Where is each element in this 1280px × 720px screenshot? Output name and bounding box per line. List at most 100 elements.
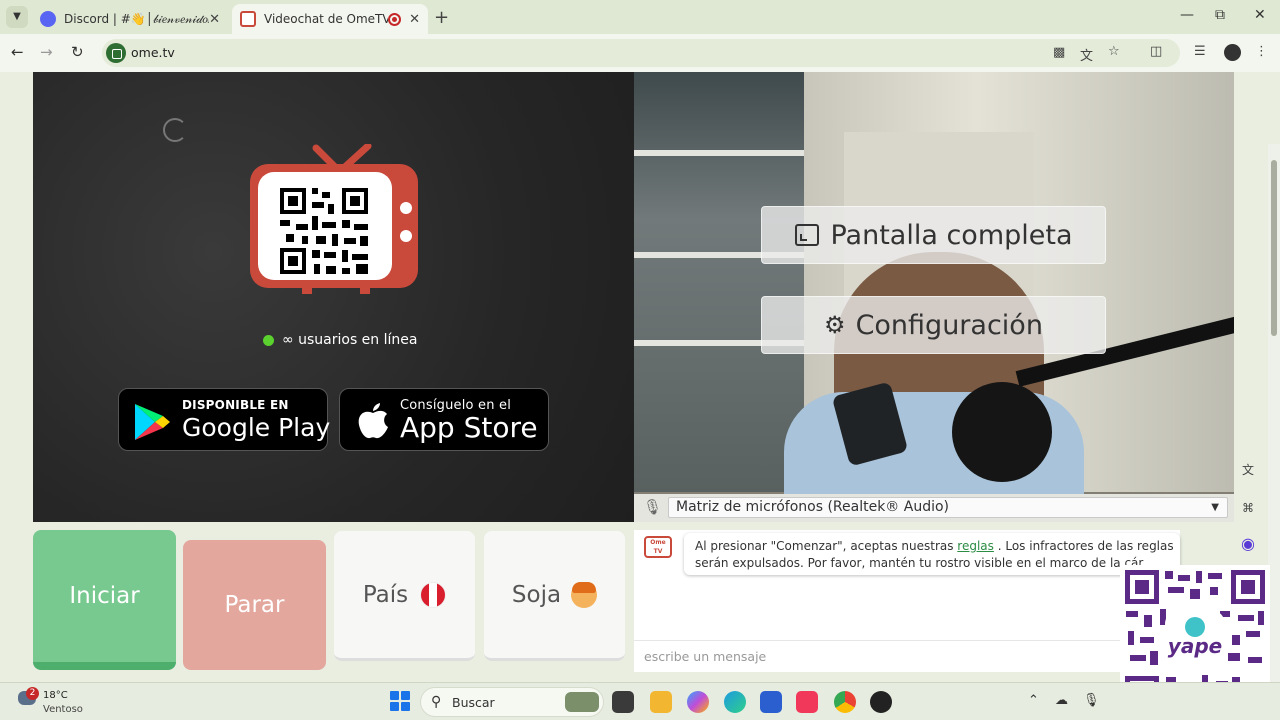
microphone-select-value: Matriz de micrófonos (Realtek® Audio) [676,499,950,515]
tab-ometv[interactable]: Videochat de OmeTV: una ✕ [232,4,428,34]
stop-button[interactable]: Parar [183,540,326,670]
chevron-down-icon: ▼ [1211,502,1219,513]
online-users-text: ∞ usuarios en línea [282,332,418,348]
svg-text:yape: yape [1168,634,1222,658]
app-store-big-text: App Store [400,411,538,444]
chat-message-input[interactable]: escribe un mensaje [634,640,1180,672]
rules-link[interactable]: reglas [957,539,994,553]
profile-avatar[interactable] [1224,44,1241,61]
translate-page-icon[interactable]: 文 [1236,458,1260,482]
message-text-part1: Al presionar "Comenzar", aceptas nuestra… [695,539,958,553]
site-info-icon[interactable] [106,43,126,63]
assistant-icon[interactable]: ◉ [1236,532,1260,556]
extensions-icon[interactable]: ◫ [1150,44,1162,59]
copilot-icon[interactable] [687,691,709,713]
ometv-chat-logo: Ome TV [644,536,672,558]
start-label: Iniciar [69,583,140,609]
new-tab-button[interactable]: + [434,7,449,28]
google-play-button[interactable]: DISPONIBLE EN Google Play [118,388,331,451]
minimize-button[interactable]: — [1180,7,1194,23]
scrollbar-thumb[interactable] [1271,160,1277,336]
forward-arrow-icon[interactable]: → [40,43,53,61]
apple-icon [358,403,388,439]
edge-browser-icon[interactable] [724,691,746,713]
discord-favicon-icon [40,11,56,27]
message-text-part2: . Los infractores de las reglas [993,539,1174,553]
search-highlight-image [565,692,599,712]
fullscreen-icon [795,224,820,246]
boy-emoji-icon [571,581,598,608]
online-users-indicator: ∞ usuarios en línea [263,332,417,348]
settings-label: Configuración [855,309,1043,341]
start-button[interactable]: Iniciar [33,530,176,670]
maximize-button[interactable]: ⧉ [1215,7,1225,23]
music-app-icon[interactable] [796,691,818,713]
reload-icon[interactable]: ↻ [71,43,84,61]
gender-label: Soja [511,581,562,608]
chat-panel: Ome TV Al presionar "Comenzar", aceptas … [634,530,1180,672]
back-arrow-icon[interactable]: ← [11,43,24,61]
ometv-favicon-icon [240,11,256,27]
translate-icon[interactable]: 文 [1080,45,1093,64]
file-explorer-icon[interactable] [650,691,672,713]
url-text: ome.tv [131,45,175,60]
microphone-bar: 🎙 Matriz de micrófonos (Realtek® Audio) … [634,494,1234,522]
apps-grid-icon[interactable]: ⌘ [1236,496,1260,520]
weather-description: Ventoso [43,704,83,715]
chat-input-placeholder: escribe un mensaje [644,649,767,664]
stop-label: Parar [224,592,285,618]
bookmark-star-icon[interactable]: ☆ [1108,44,1120,59]
message-text-line2: serán expulsados. Por favor, mantén tu r… [695,556,1144,570]
microphone-tray-icon[interactable]: 🎙 [1083,693,1100,708]
ometv-qr-tv-logo [250,144,418,294]
fullscreen-button[interactable]: Pantalla completa [761,206,1106,264]
menu-kebab-icon[interactable]: ⋮ [1255,44,1268,59]
install-app-icon[interactable]: ▩ [1053,45,1065,60]
browser-toolbar: ← → ↻ ome.tv ▩ 文 ☆ ◫ ☰ ⋮ [0,34,1280,72]
task-view-icon[interactable] [612,691,634,713]
tab-title: Videochat de OmeTV: una [264,12,389,26]
tab-close-icon[interactable]: ✕ [209,12,220,27]
google-play-icon [135,404,170,440]
media-controls-icon[interactable]: ☰ [1194,44,1206,59]
loading-spinner-icon [163,118,187,142]
tab-title: Discord | #👋│𝒷𝒾𝑒𝓃𝓋𝑒𝓃𝒾𝒹𝑜𝓈 [64,11,210,26]
network-offline-icon[interactable]: ☁ [1055,693,1068,708]
browser-tab-bar: ▼ Discord | #👋│𝒷𝒾𝑒𝓃𝓋𝑒𝓃𝒾𝒹𝑜𝓈 ✕ Videochat d… [0,0,1280,34]
stranger-video-panel: ∞ usuarios en línea DISPONIBLE EN Google… [33,72,634,522]
address-bar[interactable]: ome.tv ▩ 文 ☆ [102,39,1180,67]
google-play-small-text: DISPONIBLE EN [182,398,289,412]
recording-icon [388,12,402,26]
gear-icon: ⚙ [824,311,846,339]
tab-close-icon[interactable]: ✕ [409,12,420,27]
notification-badge: 2 [26,687,39,700]
microphone-select[interactable]: Matriz de micrófonos (Realtek® Audio) ▼ [668,497,1228,518]
google-play-big-text: Google Play [182,413,331,442]
taskbar-search-label: Buscar [452,695,495,710]
chrome-browser-icon[interactable] [834,691,856,713]
system-message: Al presionar "Comenzar", aceptas nuestra… [684,533,1180,575]
app-with-badge-icon[interactable] [870,691,892,713]
taskbar-search[interactable]: ⚲ Buscar [420,687,604,717]
weather-temperature: 18°C [43,690,68,701]
online-dot-icon [263,334,274,346]
windows-start-button[interactable] [390,691,410,711]
country-label: País [362,581,409,608]
search-icon: ⚲ [431,694,442,710]
country-button[interactable]: País [334,531,475,661]
tab-discord[interactable]: Discord | #👋│𝒷𝒾𝑒𝓃𝓋𝑒𝓃𝒾𝒹𝑜𝓈 ✕ [32,4,228,34]
own-camera-panel: Pantalla completa ⚙ Configuración [634,72,1234,522]
peru-flag-icon [420,581,447,608]
camera-microphone [952,382,1052,482]
gender-button[interactable]: Soja [484,531,625,661]
tab-search-button[interactable]: ▼ [6,6,28,28]
settings-button[interactable]: ⚙ Configuración [761,296,1106,354]
close-window-button[interactable]: ✕ [1254,7,1266,23]
fullscreen-label: Pantalla completa [830,219,1073,251]
app-store-button[interactable]: Consíguelo en el App Store [339,388,549,451]
windows-taskbar: 2 18°C Ventoso ⚲ Buscar ⌃ ☁ 🎙 [0,682,1280,720]
microsoft-store-icon[interactable] [760,691,782,713]
camera-background-shelf [634,72,804,492]
microphone-icon: 🎙 [643,498,663,516]
show-hidden-icons-chevron-icon[interactable]: ⌃ [1028,693,1039,708]
